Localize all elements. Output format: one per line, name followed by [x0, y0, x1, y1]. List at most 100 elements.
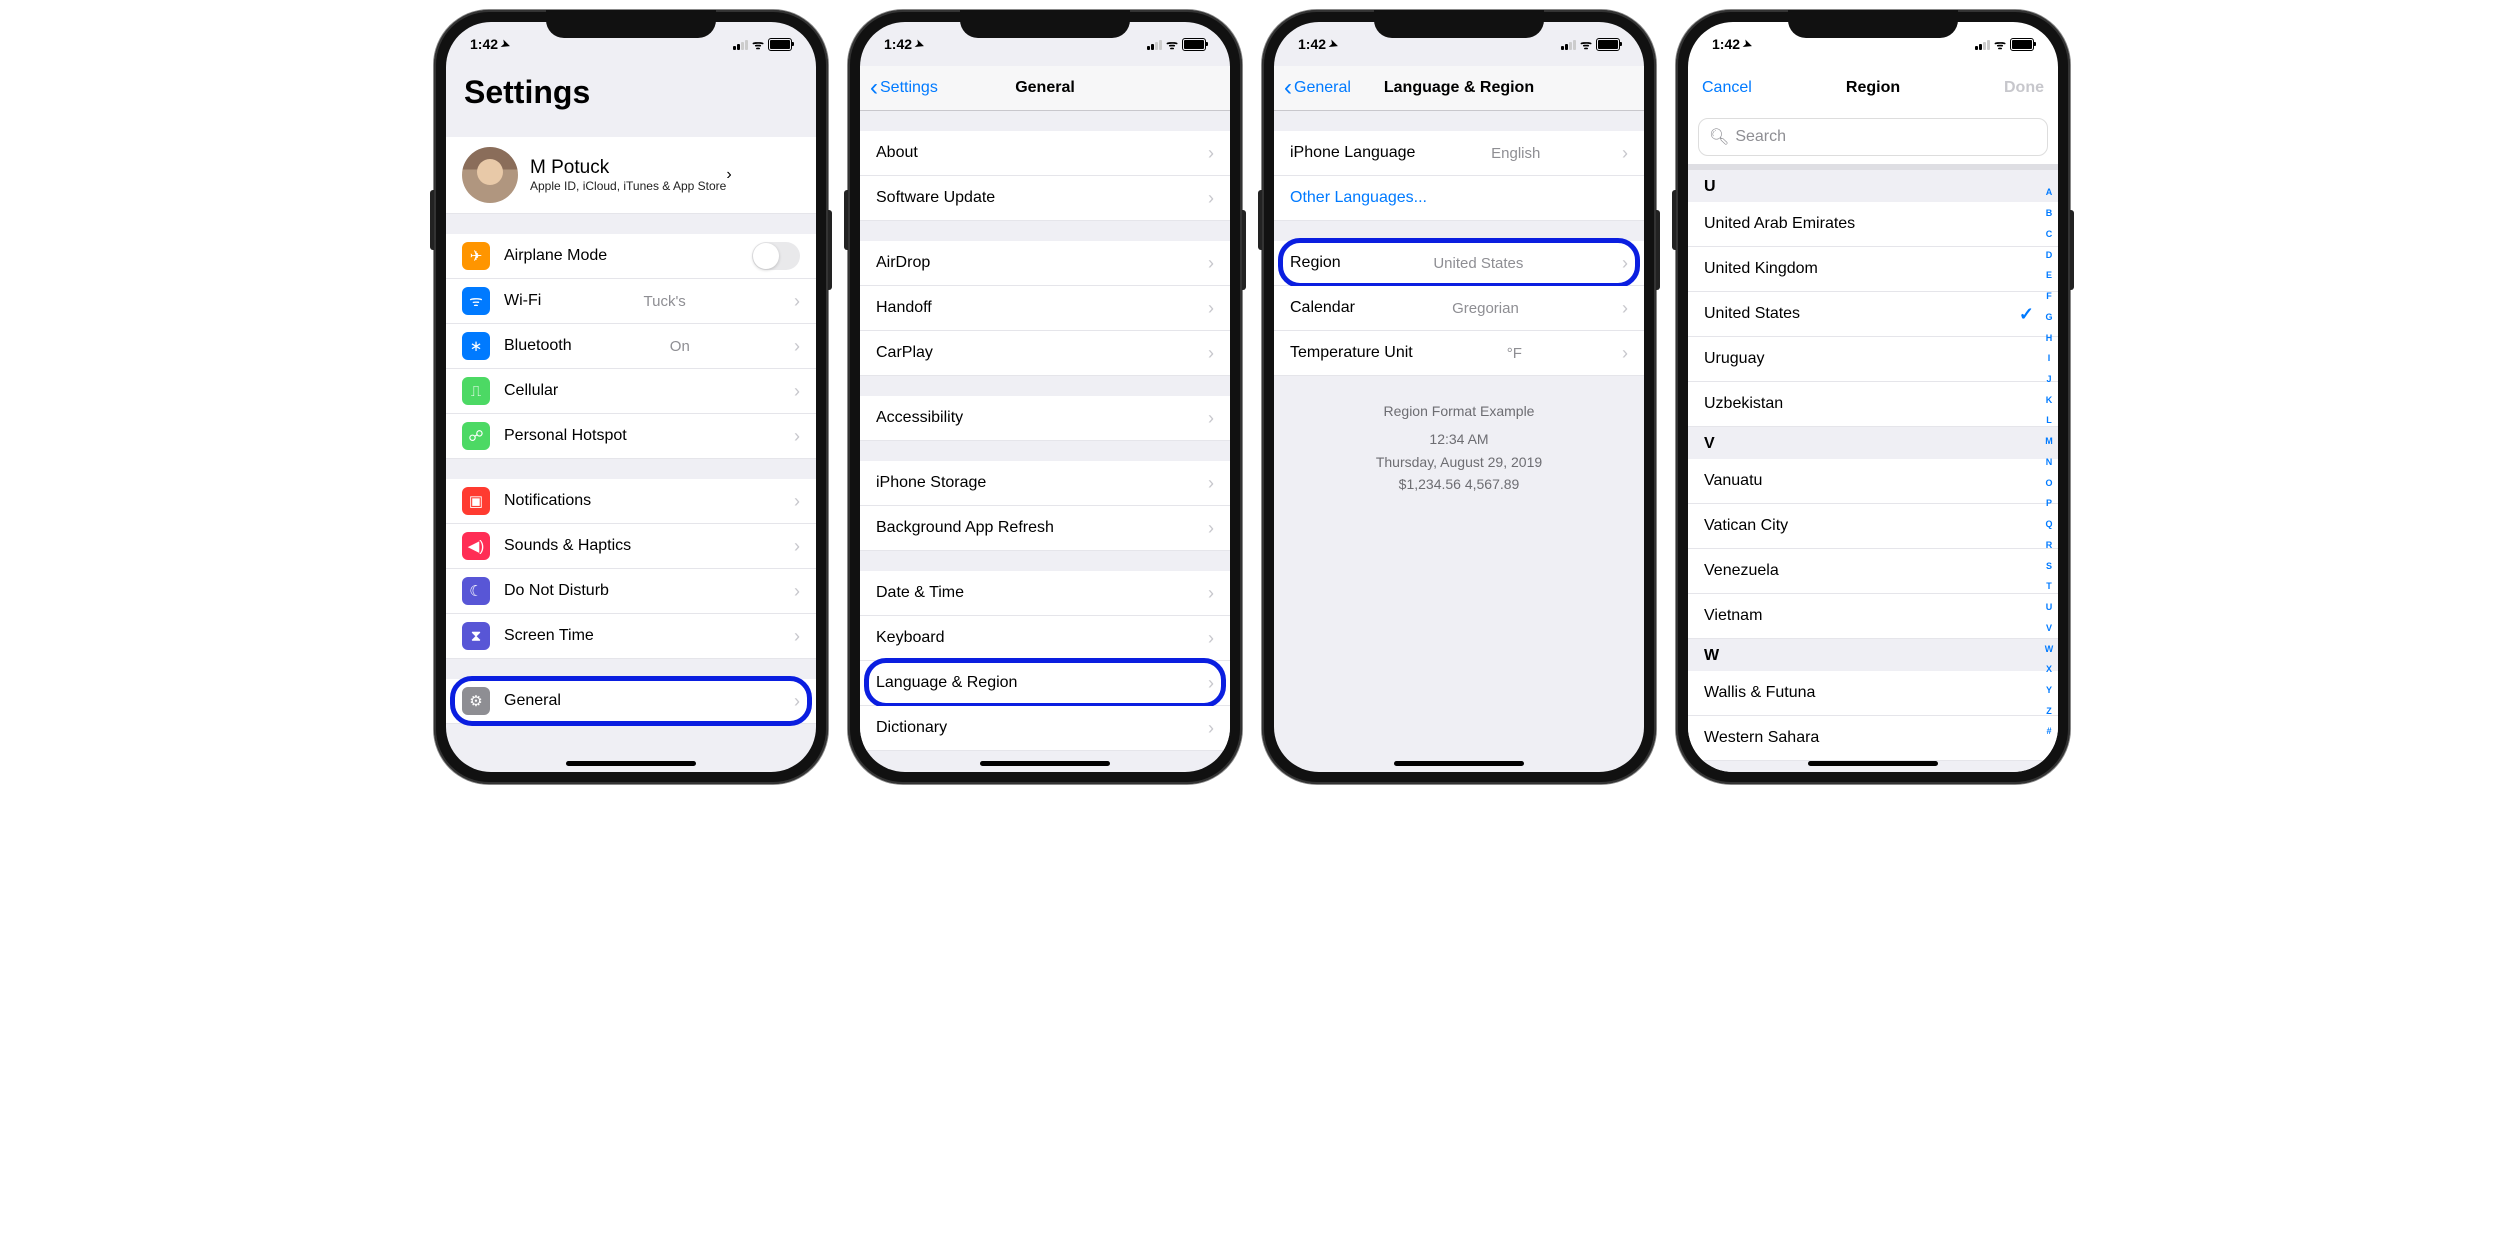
- region-option-venezuela[interactable]: Venezuela: [1688, 549, 2058, 594]
- region-list[interactable]: UUnited Arab EmiratesUnited KingdomUnite…: [1688, 170, 2058, 772]
- region-option-wallis-futuna[interactable]: Wallis & Futuna: [1688, 671, 2058, 716]
- row-calendar[interactable]: CalendarGregorian›: [1274, 286, 1644, 331]
- signal-icon: [1975, 39, 1990, 50]
- index-bar[interactable]: ABCDEFGHIJKLMNOPQRSTUVWXYZ#: [2042, 182, 2056, 742]
- chevron-icon: ›: [794, 426, 800, 447]
- chevron-icon: ›: [1208, 298, 1214, 319]
- chevron-icon: ›: [794, 581, 800, 602]
- settings-row-notifications[interactable]: ▣Notifications›: [446, 479, 816, 524]
- airplane-mode-icon: ✈: [462, 242, 490, 270]
- region-option-western-sahara[interactable]: Western Sahara: [1688, 716, 2058, 761]
- signal-icon: [1147, 39, 1162, 50]
- chevron-icon: ›: [794, 626, 800, 647]
- back-button[interactable]: ‹Settings: [870, 74, 938, 102]
- phone-2: 1:42➤ ᯤ ‹Settings General About›Software…: [848, 10, 1242, 784]
- region-option-united-arab-emirates[interactable]: United Arab Emirates: [1688, 202, 2058, 247]
- chevron-icon: ›: [1208, 673, 1214, 694]
- chevron-icon: ›: [1622, 253, 1628, 274]
- row-temperature-unit[interactable]: Temperature Unit°F›: [1274, 331, 1644, 376]
- settings-row-personal-hotspot[interactable]: ☍Personal Hotspot›: [446, 414, 816, 459]
- nav-title: Language & Region: [1384, 79, 1534, 97]
- wi-fi-icon: ᯤ: [462, 287, 490, 315]
- chevron-icon: ›: [1208, 253, 1214, 274]
- row-other-languages-[interactable]: Other Languages...: [1274, 176, 1644, 221]
- region-option-vanuatu[interactable]: Vanuatu: [1688, 459, 2058, 504]
- row-handoff[interactable]: Handoff›: [860, 286, 1230, 331]
- chevron-icon: ›: [1208, 408, 1214, 429]
- location-icon: ➤: [499, 36, 512, 51]
- notch: [1788, 10, 1958, 38]
- do-not-disturb-icon: ☾: [462, 577, 490, 605]
- region-option-uruguay[interactable]: Uruguay: [1688, 337, 2058, 382]
- screen-region-picker: 1:42➤ ᯤ Cancel Region Done 🔍︎Search UUni…: [1688, 22, 2058, 772]
- search-icon: 🔍︎: [1709, 127, 1729, 147]
- nav-title: Region: [1846, 79, 1900, 97]
- home-indicator[interactable]: [1394, 761, 1524, 766]
- region-option-vatican-city[interactable]: Vatican City: [1688, 504, 2058, 549]
- wifi-icon: ᯤ: [1166, 35, 1178, 53]
- row-accessibility[interactable]: Accessibility›: [860, 396, 1230, 441]
- section-header-V: V: [1688, 427, 2058, 459]
- row-background-app-refresh[interactable]: Background App Refresh›: [860, 506, 1230, 551]
- cancel-button[interactable]: Cancel: [1702, 79, 1752, 97]
- phone-1: 1:42➤ ᯤ Settings M PotuckApple ID, iClou…: [434, 10, 828, 784]
- chevron-icon: ›: [726, 166, 731, 184]
- battery-icon: [1596, 38, 1620, 51]
- row-about[interactable]: About›: [860, 131, 1230, 176]
- row-date-time[interactable]: Date & Time›: [860, 571, 1230, 616]
- row-carplay[interactable]: CarPlay›: [860, 331, 1230, 376]
- chevron-icon: ›: [794, 536, 800, 557]
- settings-row-cellular[interactable]: ⎍Cellular›: [446, 369, 816, 414]
- done-button[interactable]: Done: [2004, 79, 2044, 97]
- settings-row-wi-fi[interactable]: ᯤWi-FiTuck's›: [446, 279, 816, 324]
- notch: [1374, 10, 1544, 38]
- row-language-region[interactable]: Language & Region›: [860, 661, 1230, 706]
- battery-icon: [2010, 38, 2034, 51]
- back-button[interactable]: ‹General: [1284, 74, 1351, 102]
- region-option-uzbekistan[interactable]: Uzbekistan: [1688, 382, 2058, 427]
- settings-row-do-not-disturb[interactable]: ☾Do Not Disturb›: [446, 569, 816, 614]
- region-option-united-states[interactable]: United States✓: [1688, 292, 2058, 337]
- chevron-icon: ›: [1622, 343, 1628, 364]
- row-airdrop[interactable]: AirDrop›: [860, 241, 1230, 286]
- row-software-update[interactable]: Software Update›: [860, 176, 1230, 221]
- general-icon: ⚙: [462, 687, 490, 715]
- region-format-example: Region Format Example 12:34 AM Thursday,…: [1274, 376, 1644, 520]
- sounds-haptics-icon: ◀︎): [462, 532, 490, 560]
- home-indicator[interactable]: [1808, 761, 1938, 766]
- toggle[interactable]: [752, 242, 800, 270]
- row-region[interactable]: RegionUnited States›: [1274, 241, 1644, 286]
- chevron-icon: ›: [794, 291, 800, 312]
- chevron-icon: ›: [1208, 583, 1214, 604]
- battery-icon: [768, 38, 792, 51]
- phone-4: 1:42➤ ᯤ Cancel Region Done 🔍︎Search UUni…: [1676, 10, 2070, 784]
- row-iphone-language[interactable]: iPhone LanguageEnglish›: [1274, 131, 1644, 176]
- wifi-icon: ᯤ: [752, 35, 764, 53]
- settings-row-general[interactable]: ⚙General›: [446, 679, 816, 724]
- nav-bar: Cancel Region Done: [1688, 66, 2058, 110]
- settings-row-airplane-mode[interactable]: ✈Airplane Mode: [446, 234, 816, 279]
- chevron-icon: ›: [1622, 143, 1628, 164]
- notch: [960, 10, 1130, 38]
- settings-row-sounds-haptics[interactable]: ◀︎)Sounds & Haptics›: [446, 524, 816, 569]
- chevron-left-icon: ‹: [870, 74, 878, 102]
- search-input[interactable]: 🔍︎Search: [1698, 118, 2048, 156]
- chevron-icon: ›: [1208, 188, 1214, 209]
- home-indicator[interactable]: [566, 761, 696, 766]
- home-indicator[interactable]: [980, 761, 1110, 766]
- row-iphone-storage[interactable]: iPhone Storage›: [860, 461, 1230, 506]
- row-keyboard[interactable]: Keyboard›: [860, 616, 1230, 661]
- chevron-icon: ›: [1208, 143, 1214, 164]
- chevron-icon: ›: [1208, 343, 1214, 364]
- apple-id-row[interactable]: M PotuckApple ID, iCloud, iTunes & App S…: [446, 137, 816, 214]
- region-option-united-kingdom[interactable]: United Kingdom: [1688, 247, 2058, 292]
- row-dictionary[interactable]: Dictionary›: [860, 706, 1230, 751]
- settings-row-screen-time[interactable]: ⧗Screen Time›: [446, 614, 816, 659]
- signal-icon: [1561, 39, 1576, 50]
- check-icon: ✓: [2019, 304, 2034, 325]
- personal-hotspot-icon: ☍: [462, 422, 490, 450]
- bluetooth-icon: ∗: [462, 332, 490, 360]
- signal-icon: [733, 39, 748, 50]
- settings-row-bluetooth[interactable]: ∗BluetoothOn›: [446, 324, 816, 369]
- region-option-vietnam[interactable]: Vietnam: [1688, 594, 2058, 639]
